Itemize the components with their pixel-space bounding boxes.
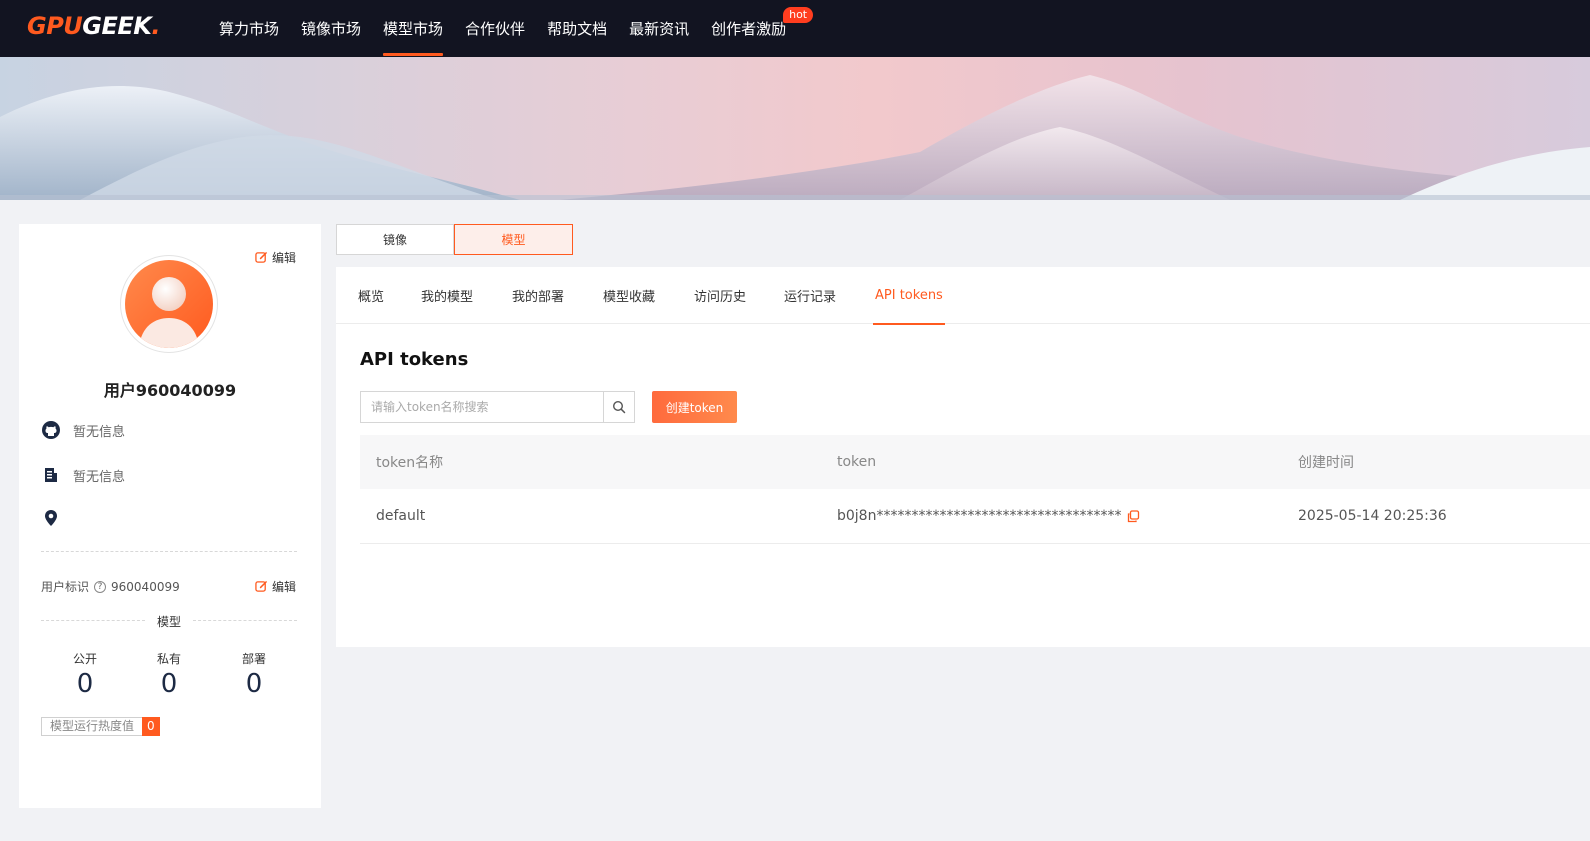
location-info	[41, 508, 73, 528]
table-header: token名称 token 创建时间	[360, 435, 1590, 489]
tab-run-records[interactable]: 运行记录	[784, 267, 836, 324]
stat-value: 0	[245, 669, 263, 699]
nav-label: 帮助文档	[547, 20, 608, 38]
nav-label: 创作者激励	[711, 20, 787, 38]
tab-model-favorites[interactable]: 模型收藏	[603, 267, 655, 324]
main-nav: 算力市场 镜像市场 模型市场 合作伙伴 帮助文档 最新资讯 创作者激励 hot	[208, 0, 814, 57]
model-heat-badge: 模型运行热度值 0	[41, 717, 160, 736]
logo-text-gpu: GPU	[27, 12, 83, 40]
nav-label: 镜像市场	[301, 20, 362, 38]
stat-value: 0	[76, 669, 94, 699]
table-row: default b0j8n***************************…	[360, 489, 1590, 544]
profile-card: 编辑 用户960040099 暂无信息 暂无信息 用户标识 ? 96004009…	[19, 224, 321, 808]
token-name-cell: default	[376, 508, 426, 524]
user-id-label: 用户标识	[41, 580, 90, 594]
token-search-box	[360, 391, 635, 423]
created-time-cell: 2025-05-14 20:25:36	[1298, 508, 1447, 524]
edit-profile-button[interactable]: 编辑	[255, 249, 296, 266]
stat-label: 公开	[72, 652, 97, 666]
tab-overview[interactable]: 概览	[358, 267, 384, 324]
heat-label: 模型运行热度值	[41, 717, 143, 736]
user-id-row: 用户标识 ? 960040099	[41, 578, 180, 595]
header-token-name: token名称	[376, 455, 444, 471]
tokens-table: token名称 token 创建时间 default b0j8n********…	[360, 435, 1590, 544]
tab-visit-history[interactable]: 访问历史	[694, 267, 746, 324]
nav-label: 最新资讯	[629, 20, 690, 38]
nav-item-compute-market[interactable]: 算力市场	[208, 0, 290, 57]
building-icon	[45, 468, 57, 482]
tab-my-models[interactable]: 我的模型	[421, 267, 473, 324]
page-title: API tokens	[360, 349, 469, 370]
nav-item-model-market[interactable]: 模型市场	[372, 0, 454, 57]
stat-value: 0	[160, 669, 178, 699]
nav-item-partners[interactable]: 合作伙伴	[454, 0, 536, 57]
nav-item-latest-news[interactable]: 最新资讯	[618, 0, 700, 57]
github-info: 暂无信息	[41, 420, 125, 440]
token-value: b0j8n***********************************	[837, 508, 1122, 524]
model-section-title: 模型	[41, 613, 297, 630]
header-created-time: 创建时间	[1298, 455, 1354, 471]
location-pin-icon	[45, 510, 57, 526]
profile-banner	[0, 57, 1590, 200]
user-id-value: 960040099	[111, 579, 180, 594]
main-panel: 概览 我的模型 我的部署 模型收藏 访问历史 运行记录 API tokens A…	[336, 267, 1590, 647]
company-info: 暂无信息	[41, 465, 125, 485]
tab-api-tokens[interactable]: API tokens	[873, 267, 945, 325]
token-value-cell: b0j8n***********************************	[837, 489, 1140, 543]
edit-user-id-button[interactable]: 编辑	[255, 578, 296, 595]
logo-text-geek: GEEK	[82, 12, 152, 40]
segment-model[interactable]: 模型	[454, 224, 573, 255]
username: 用户960040099	[103, 381, 237, 400]
stat-label: 部署	[241, 652, 266, 666]
avatar	[120, 255, 218, 353]
user-avatar-icon	[125, 260, 213, 348]
edit-icon	[255, 581, 267, 592]
nav-label: 算力市场	[219, 20, 280, 38]
copy-icon[interactable]	[1127, 509, 1140, 523]
company-text: 暂无信息	[73, 469, 126, 485]
stat-private: 私有 0	[139, 650, 199, 699]
mountain-illustration	[0, 75, 1590, 200]
github-text: 暂无信息	[73, 424, 126, 440]
segment-image[interactable]: 镜像	[336, 224, 454, 255]
nav-item-image-market[interactable]: 镜像市场	[290, 0, 372, 57]
stat-deploy: 部署 0	[224, 650, 284, 699]
nav-label: 模型市场	[383, 20, 444, 38]
edit-icon	[255, 252, 267, 263]
tab-bar: 概览 我的模型 我的部署 模型收藏 访问历史 运行记录 API tokens	[336, 267, 1590, 325]
search-button[interactable]	[603, 392, 634, 422]
tab-my-deployments[interactable]: 我的部署	[512, 267, 564, 324]
top-navbar: GPUGEEK. 算力市场 镜像市场 模型市场 合作伙伴 帮助文档 最新资讯 创…	[0, 0, 1590, 57]
github-icon	[42, 421, 60, 439]
edit-label: 编辑	[272, 251, 297, 265]
edit-label: 编辑	[272, 580, 297, 594]
divider	[41, 551, 297, 552]
gpugeek-logo[interactable]: GPUGEEK.	[27, 12, 160, 40]
header-token: token	[837, 454, 877, 470]
heat-value: 0	[142, 717, 160, 736]
stat-public: 公开 0	[55, 650, 115, 699]
search-icon	[612, 400, 626, 414]
stat-label: 私有	[156, 652, 181, 666]
help-circle-icon[interactable]: ?	[94, 580, 107, 593]
create-token-button[interactable]: 创建token	[652, 391, 737, 423]
nav-item-help-docs[interactable]: 帮助文档	[536, 0, 618, 57]
logo-dot: .	[151, 12, 160, 40]
token-search-input[interactable]	[361, 392, 603, 422]
hot-badge: hot	[783, 7, 814, 23]
nav-item-creator-incentive[interactable]: 创作者激励 hot	[700, 0, 814, 57]
nav-label: 合作伙伴	[465, 20, 526, 38]
